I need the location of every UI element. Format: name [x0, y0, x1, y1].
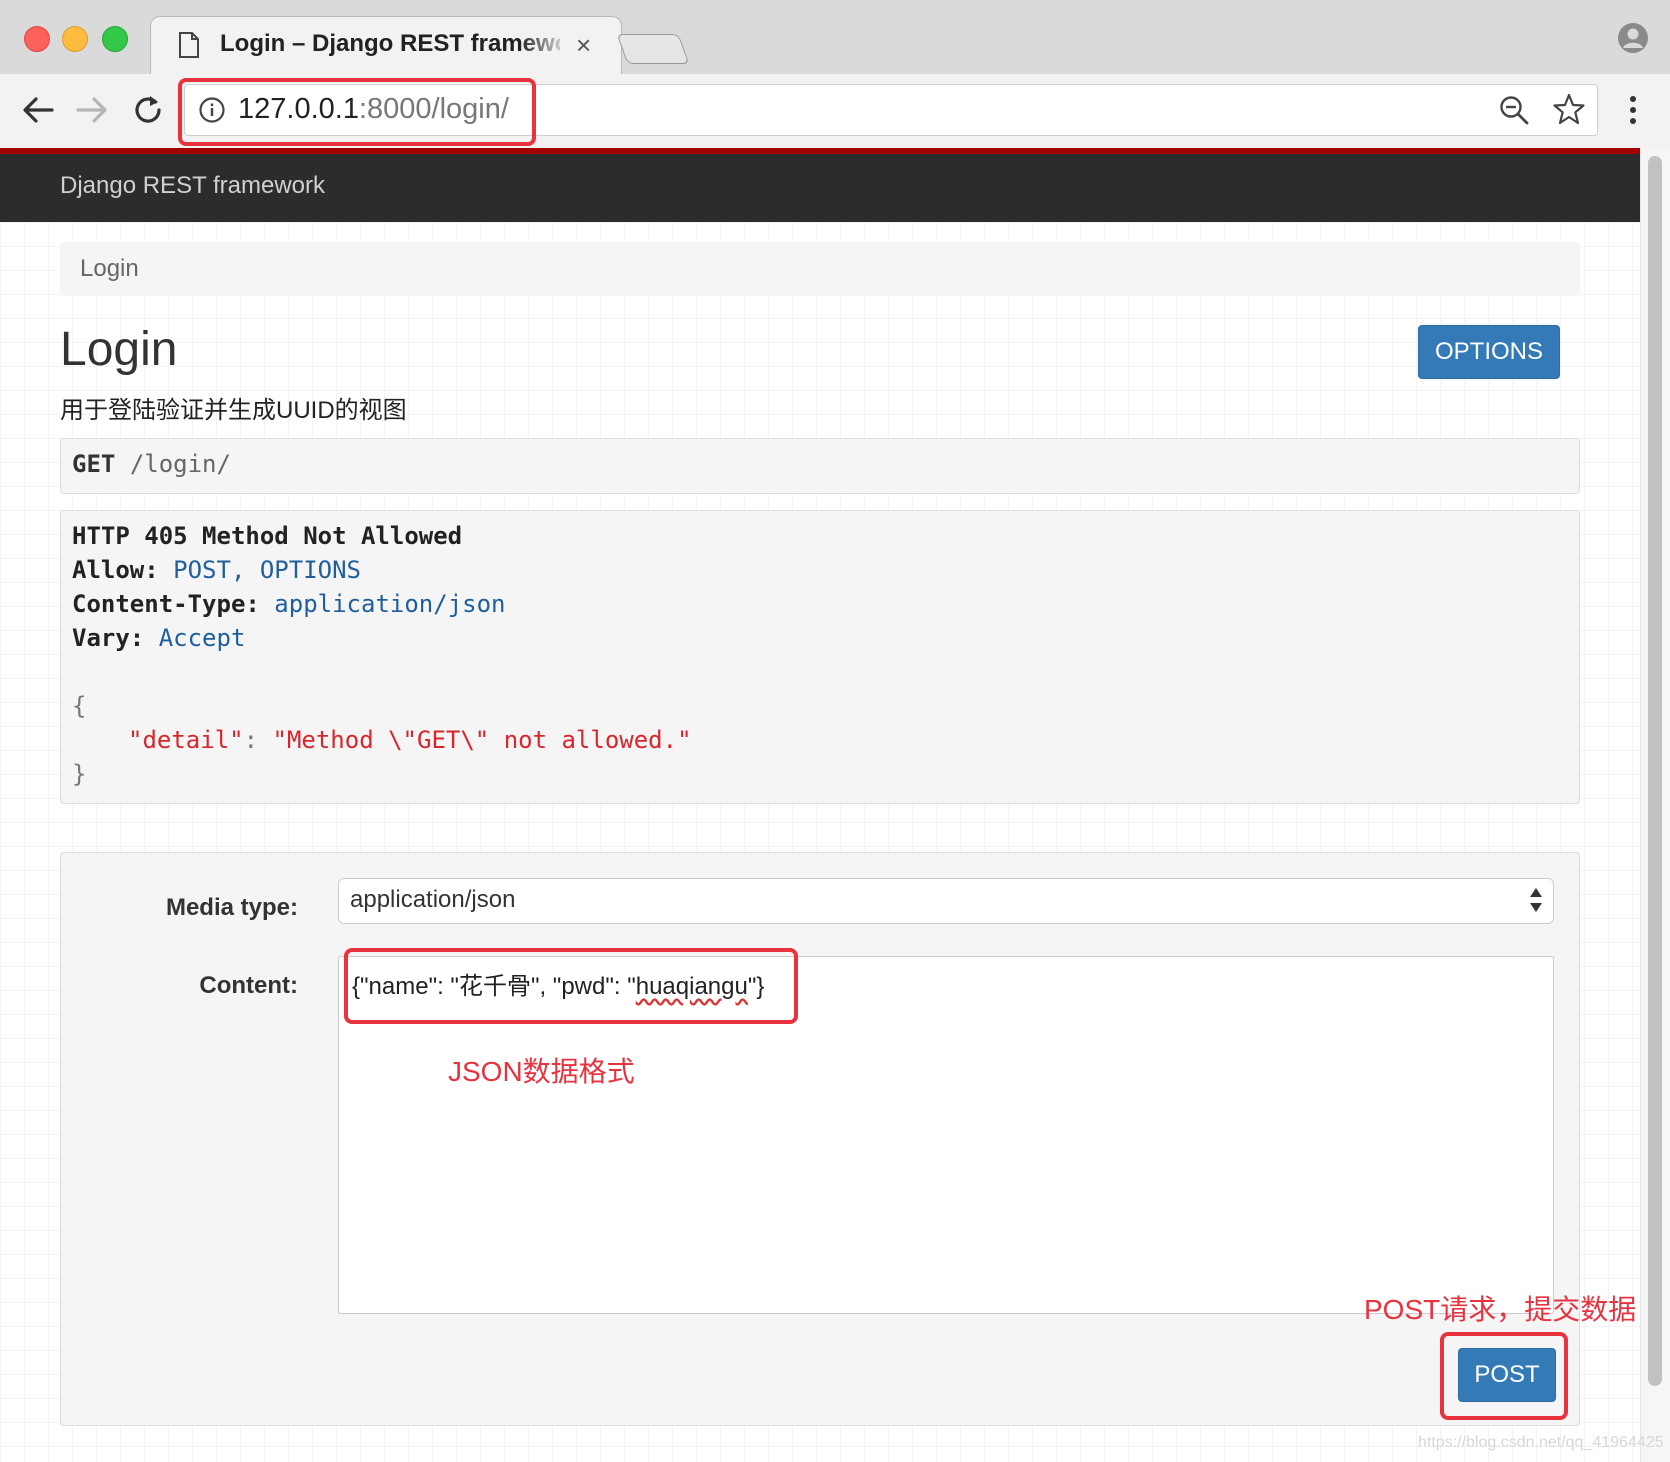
select-arrows-icon — [1530, 888, 1542, 912]
window-maximize-button[interactable] — [102, 26, 128, 52]
url-highlight-box — [178, 78, 536, 146]
new-tab-button[interactable] — [616, 34, 690, 64]
window-minimize-button[interactable] — [62, 26, 88, 52]
response-header-content-type: Content-Type: application/json — [72, 590, 505, 618]
json-value: "Method \"GET\" not allowed." — [272, 726, 692, 754]
media-type-value: application/json — [350, 886, 516, 913]
kebab-menu-icon[interactable] — [1626, 94, 1640, 126]
request-info — [60, 438, 1580, 494]
page-description: 用于登陆验证并生成UUID的视图 — [60, 397, 407, 424]
options-button[interactable]: OPTIONS — [1418, 325, 1560, 379]
breadcrumb-item[interactable]: Login — [80, 255, 139, 283]
response-status: HTTP 405 Method Not Allowed — [72, 522, 463, 550]
response-header-allow: Allow: POST, OPTIONS — [72, 556, 361, 584]
json-annotation: JSON数据格式 — [448, 1056, 635, 1087]
post-annotation: POST请求，提交数据 — [1364, 1294, 1637, 1325]
response-info — [60, 510, 1580, 804]
header-key: Content-Type: — [72, 590, 260, 618]
forward-arrow-icon[interactable] — [74, 92, 110, 128]
window-close-button[interactable] — [24, 26, 50, 52]
bookmark-star-icon[interactable] — [1552, 92, 1586, 126]
json-colon: : — [243, 726, 259, 754]
response-header-vary: Vary: Accept — [72, 624, 245, 652]
header-value: application/json — [274, 590, 506, 618]
navbar-brand[interactable]: Django REST framework — [60, 172, 325, 200]
zoom-out-icon[interactable] — [1498, 94, 1530, 126]
json-key: "detail" — [128, 726, 244, 754]
header-key: Vary: — [72, 624, 145, 652]
document-icon — [179, 32, 199, 58]
json-close-brace: } — [72, 760, 87, 788]
content-highlight-box — [344, 948, 798, 1024]
browser-window: Login – Django REST framework × 127.0.0.… — [0, 0, 1670, 1462]
json-open-brace: { — [72, 692, 87, 720]
page-title: Login — [60, 323, 178, 376]
json-detail-line: "detail": "Method \"GET\" not allowed." — [128, 726, 692, 754]
scrollbar-thumb[interactable] — [1648, 156, 1662, 1386]
media-type-label: Media type: — [165, 894, 298, 921]
request-method: GET — [72, 450, 116, 478]
watermark: https://blog.csdn.net/qq_41964425 — [1418, 1434, 1664, 1451]
header-value: Accept — [158, 624, 246, 652]
back-arrow-icon[interactable] — [20, 92, 56, 128]
profile-icon[interactable] — [1617, 22, 1649, 54]
request-path: /login/ — [129, 450, 231, 478]
reload-icon[interactable] — [130, 92, 166, 128]
breadcrumb — [60, 242, 1580, 296]
post-button[interactable]: POST — [1458, 1348, 1556, 1402]
tab-title-fade — [520, 24, 570, 64]
header-value: POST, OPTIONS — [173, 556, 361, 584]
request-line: GET /login/ — [72, 450, 231, 478]
media-type-select[interactable] — [338, 878, 1554, 924]
content-label: Content: — [199, 972, 298, 999]
tab-close-icon[interactable]: × — [576, 30, 591, 60]
header-key: Allow: — [72, 556, 159, 584]
tab-title: Login – Django REST framework — [220, 30, 560, 57]
